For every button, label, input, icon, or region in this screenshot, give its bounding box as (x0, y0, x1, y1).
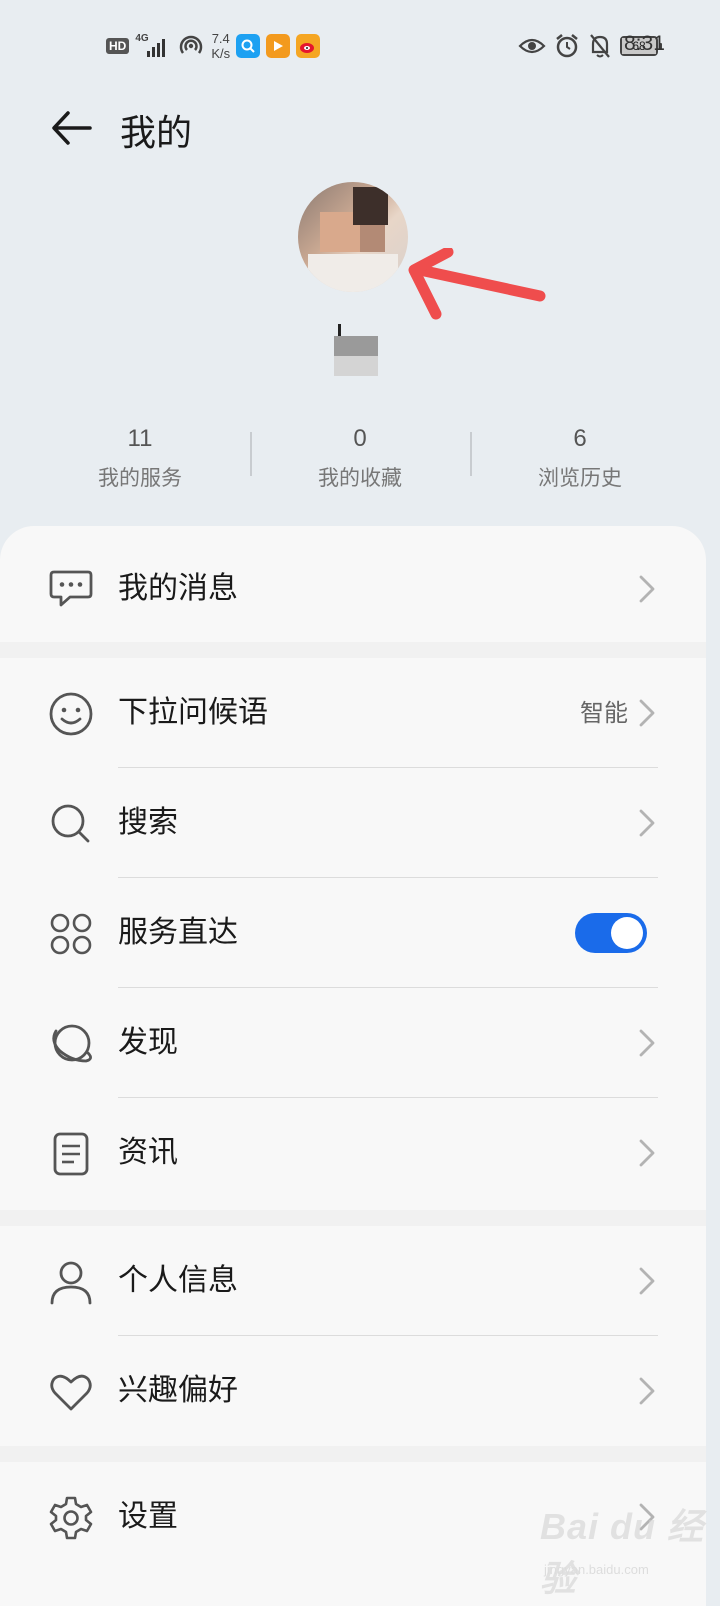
search-app-icon (236, 34, 261, 58)
page-title: 我的 (120, 113, 193, 154)
watermark-brand: Bai du 经验 (540, 1506, 705, 1599)
chevron-right-icon (639, 1377, 655, 1405)
menu-item-search[interactable]: 搜索 (0, 768, 706, 878)
gear-icon (49, 1496, 93, 1540)
annotation-arrow-icon (408, 248, 546, 320)
stat-label: 我的收藏 (318, 466, 402, 490)
menu-label: 设置 (118, 1499, 178, 1534)
chevron-right-icon (639, 1139, 655, 1167)
speed-unit: K/s (211, 46, 231, 61)
weibo-app-icon (296, 34, 321, 58)
card-profile: 个人信息 兴趣偏好 (0, 1226, 706, 1446)
watermark-url: jingyan.baidu.com (544, 1562, 649, 1577)
person-icon (50, 1261, 92, 1305)
chevron-right-icon (639, 809, 655, 837)
stat-services[interactable]: 11 我的服务 (30, 424, 250, 496)
menu-sheet: 我的消息 下拉问候语 智能 搜索 服务直达 发现 资讯 个人信息 兴趣偏好 设置 (0, 526, 706, 1606)
hd-indicator: HD (106, 38, 130, 54)
greeting-value: 智能 (580, 699, 628, 727)
stat-value: 11 (127, 425, 153, 452)
chat-bubble-icon (49, 570, 93, 607)
menu-item-messages[interactable]: 我的消息 (0, 526, 706, 642)
menu-label: 服务直达 (118, 915, 238, 950)
chevron-right-icon (639, 1029, 655, 1057)
stat-history[interactable]: 6 浏览历史 (470, 424, 690, 496)
document-icon (53, 1132, 89, 1176)
status-left: HD 4G 7.4 K/s (106, 28, 321, 64)
chevron-right-icon (639, 1267, 655, 1295)
stat-value: 0 (353, 425, 367, 452)
menu-label: 搜索 (118, 805, 178, 840)
network-speed: 7.4 K/s (211, 31, 230, 61)
stats-bar: 11 我的服务 0 我的收藏 6 浏览历史 (30, 424, 690, 496)
heart-icon (50, 1374, 92, 1411)
stat-value: 6 (573, 425, 587, 452)
service-direct-toggle[interactable] (575, 913, 647, 953)
alarm-icon (556, 34, 578, 58)
video-app-icon (266, 34, 291, 58)
back-arrow-icon[interactable] (50, 108, 94, 148)
grid-circles-icon (50, 913, 92, 955)
smile-icon (49, 692, 93, 736)
stat-label: 浏览历史 (538, 466, 622, 490)
baidu-watermark: Bai du 经验 jingyan.baidu.com (538, 1490, 718, 1599)
speed-value: 7.4 (211, 31, 230, 46)
menu-item-discover[interactable]: 发现 (0, 988, 706, 1098)
menu-label: 发现 (118, 1025, 178, 1060)
menu-label: 下拉问候语 (118, 695, 268, 730)
stat-label: 我的服务 (98, 466, 182, 490)
planet-icon (52, 1024, 92, 1063)
mute-bell-icon (590, 34, 610, 58)
search-icon (51, 804, 90, 843)
card-features: 下拉问候语 智能 搜索 服务直达 发现 资讯 (0, 658, 706, 1210)
clock: 8:31 (624, 32, 665, 55)
chevron-right-icon (639, 699, 655, 727)
stat-favorites[interactable]: 0 我的收藏 (250, 424, 470, 496)
toggle-knob (611, 917, 643, 949)
eye-icon (518, 38, 546, 54)
menu-label: 个人信息 (118, 1263, 238, 1298)
cellular-signal-icon: 4G (135, 33, 171, 59)
avatar[interactable] (298, 182, 408, 292)
menu-label: 兴趣偏好 (118, 1373, 238, 1408)
status-bar: HD 4G 7.4 K/s 68 8:31 (0, 0, 720, 92)
nickname-pixelated (334, 324, 378, 376)
chevron-right-icon (639, 575, 655, 603)
menu-label: 我的消息 (118, 571, 238, 606)
hotspot-icon (180, 35, 203, 54)
menu-item-news[interactable]: 资讯 (0, 1098, 706, 1208)
menu-label: 资讯 (118, 1135, 178, 1170)
menu-item-interests[interactable]: 兴趣偏好 (0, 1336, 706, 1446)
menu-item-greeting[interactable]: 下拉问候语 智能 (0, 658, 706, 768)
card-messages: 我的消息 (0, 526, 706, 642)
menu-item-personal-info[interactable]: 个人信息 (0, 1226, 706, 1336)
menu-item-service-direct: 服务直达 (0, 878, 706, 988)
